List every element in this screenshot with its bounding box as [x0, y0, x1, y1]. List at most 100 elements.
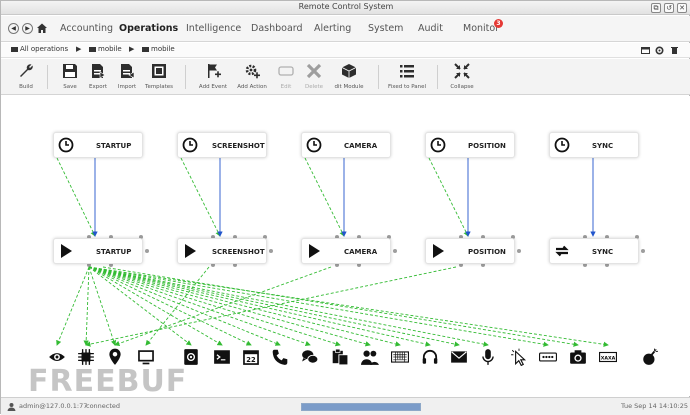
close-button[interactable]: ✕ — [677, 3, 687, 13]
add-action-icon — [245, 64, 260, 79]
event-label: CAMERA — [344, 142, 378, 150]
tab-operations[interactable]: Operations — [119, 23, 178, 34]
bomb-icon[interactable] — [641, 348, 659, 366]
keyboard-icon[interactable] — [391, 348, 409, 366]
window-title: Remote Control System — [298, 2, 394, 11]
save-icon — [63, 64, 77, 78]
clipboard-icon[interactable] — [331, 348, 349, 366]
folder-icon — [11, 46, 18, 52]
watermark-logo: FREEBUF — [28, 364, 188, 399]
tab-intelligence[interactable]: Intelligence — [186, 23, 241, 34]
forward-button[interactable]: ▶ — [22, 23, 33, 34]
connector-dot[interactable] — [269, 249, 273, 253]
headset-icon[interactable] — [421, 348, 439, 366]
breadcrumb-operation[interactable]: mobile — [89, 45, 122, 53]
action-label: SCREENSHOT — [212, 248, 265, 256]
chat-icon[interactable] — [301, 348, 319, 366]
action-node[interactable]: CAMERA — [301, 238, 391, 264]
breadcrumb-target[interactable]: mobile — [142, 45, 175, 53]
settings-icon[interactable] — [655, 46, 664, 55]
toolbar-separator — [185, 65, 186, 89]
calendar-icon[interactable]: 22 — [242, 348, 260, 366]
event-label: SYNC — [592, 142, 614, 150]
action-module-link — [83, 266, 90, 346]
event-trigger-link — [428, 157, 469, 237]
phone-icon[interactable] — [271, 348, 289, 366]
status-user: admin@127.0.0.1:77 — [19, 402, 88, 410]
import-icon — [121, 64, 135, 79]
mail-icon[interactable] — [450, 348, 468, 366]
event-label: STARTUP — [96, 142, 132, 150]
build-button[interactable]: Build — [9, 62, 43, 92]
event-node[interactable]: SYNC — [549, 132, 639, 158]
action-label: POSITION — [468, 248, 506, 256]
edit-module-button[interactable]: dit Module — [332, 62, 366, 92]
tab-dashboard[interactable]: Dashboard — [251, 23, 303, 34]
action-module-link — [85, 266, 457, 347]
templates-button[interactable]: Templates — [142, 62, 176, 92]
action-label: SYNC — [592, 248, 614, 256]
title-bar: Remote Control System ⧉ ↺ ✕ — [1, 1, 690, 15]
action-node[interactable]: SCREENSHOT — [177, 238, 267, 264]
connector-dot[interactable] — [145, 249, 149, 253]
tab-accounting[interactable]: Accounting — [60, 23, 113, 34]
action-module-link — [88, 266, 371, 347]
status-progress — [301, 403, 421, 411]
password-icon[interactable] — [539, 348, 557, 366]
folder-icon — [89, 46, 96, 52]
action-module-link — [56, 266, 90, 346]
action-module-link — [114, 266, 332, 347]
users-icon[interactable] — [361, 348, 379, 366]
camera-icon[interactable] — [569, 348, 587, 366]
status-bar: admin@127.0.0.1:77 connected Tue Sep 14 … — [1, 397, 690, 415]
action-label: STARTUP — [96, 248, 132, 256]
action-node[interactable]: SYNC — [549, 238, 639, 264]
collapse-button[interactable]: Collapse — [445, 62, 479, 92]
tab-system[interactable]: System — [368, 23, 403, 34]
tab-alerting[interactable]: Alerting — [314, 23, 351, 34]
back-button[interactable]: ◀ — [8, 23, 19, 34]
templates-icon — [152, 64, 166, 78]
wrench-icon — [20, 64, 33, 77]
action-node[interactable]: STARTUP — [53, 238, 143, 264]
action-module-link — [88, 266, 281, 346]
breadcrumb-root[interactable]: All operations — [11, 45, 68, 53]
clock-icon — [554, 137, 570, 157]
tab-audit[interactable]: Audit — [418, 23, 443, 34]
home-icon[interactable] — [36, 22, 48, 34]
add-event-icon — [208, 64, 221, 78]
restore-button[interactable]: ⧉ — [651, 3, 661, 13]
status-connection: connected — [86, 402, 121, 410]
event-node[interactable]: STARTUP — [53, 132, 143, 158]
delete-target-icon[interactable] — [670, 46, 679, 55]
microphone-icon[interactable] — [479, 348, 497, 366]
terminal-icon[interactable] — [213, 348, 231, 366]
folder-icon — [142, 46, 149, 52]
refresh-button[interactable]: ↺ — [664, 3, 674, 13]
event-label: SCREENSHOT — [212, 142, 265, 150]
action-node[interactable]: POSITION — [425, 238, 515, 264]
workflow-canvas[interactable]: STARTUP SCREENSHOT CAMERA POSITION SYNC STAR… — [1, 96, 690, 396]
keylog-icon[interactable]: XAXA — [599, 348, 617, 366]
add-event-button[interactable]: Add Event — [196, 62, 230, 92]
toolbar-separator — [378, 65, 379, 89]
breadcrumb: All operations ▶ mobile ▶ mobile — [1, 43, 690, 58]
connector-dot[interactable] — [641, 249, 645, 253]
action-module-link — [102, 266, 579, 347]
action-module-link — [88, 266, 252, 346]
event-node[interactable]: POSITION — [425, 132, 515, 158]
action-module-link — [88, 266, 609, 348]
window-icon[interactable] — [641, 46, 650, 55]
connector-dot[interactable] — [517, 249, 521, 253]
event-node[interactable]: SCREENSHOT — [177, 132, 267, 158]
cursor-icon[interactable] — [510, 348, 528, 366]
connector-dot[interactable] — [393, 249, 397, 253]
toolbar-separator — [437, 65, 438, 89]
panel-icon — [400, 65, 414, 78]
event-node[interactable]: CAMERA — [301, 132, 391, 158]
clock-icon — [306, 137, 322, 157]
fixed-to-panel-button[interactable]: Fixed to Panel — [388, 62, 426, 92]
event-label: POSITION — [468, 142, 506, 150]
event-trigger-link — [56, 157, 96, 237]
clock-icon — [58, 137, 74, 157]
